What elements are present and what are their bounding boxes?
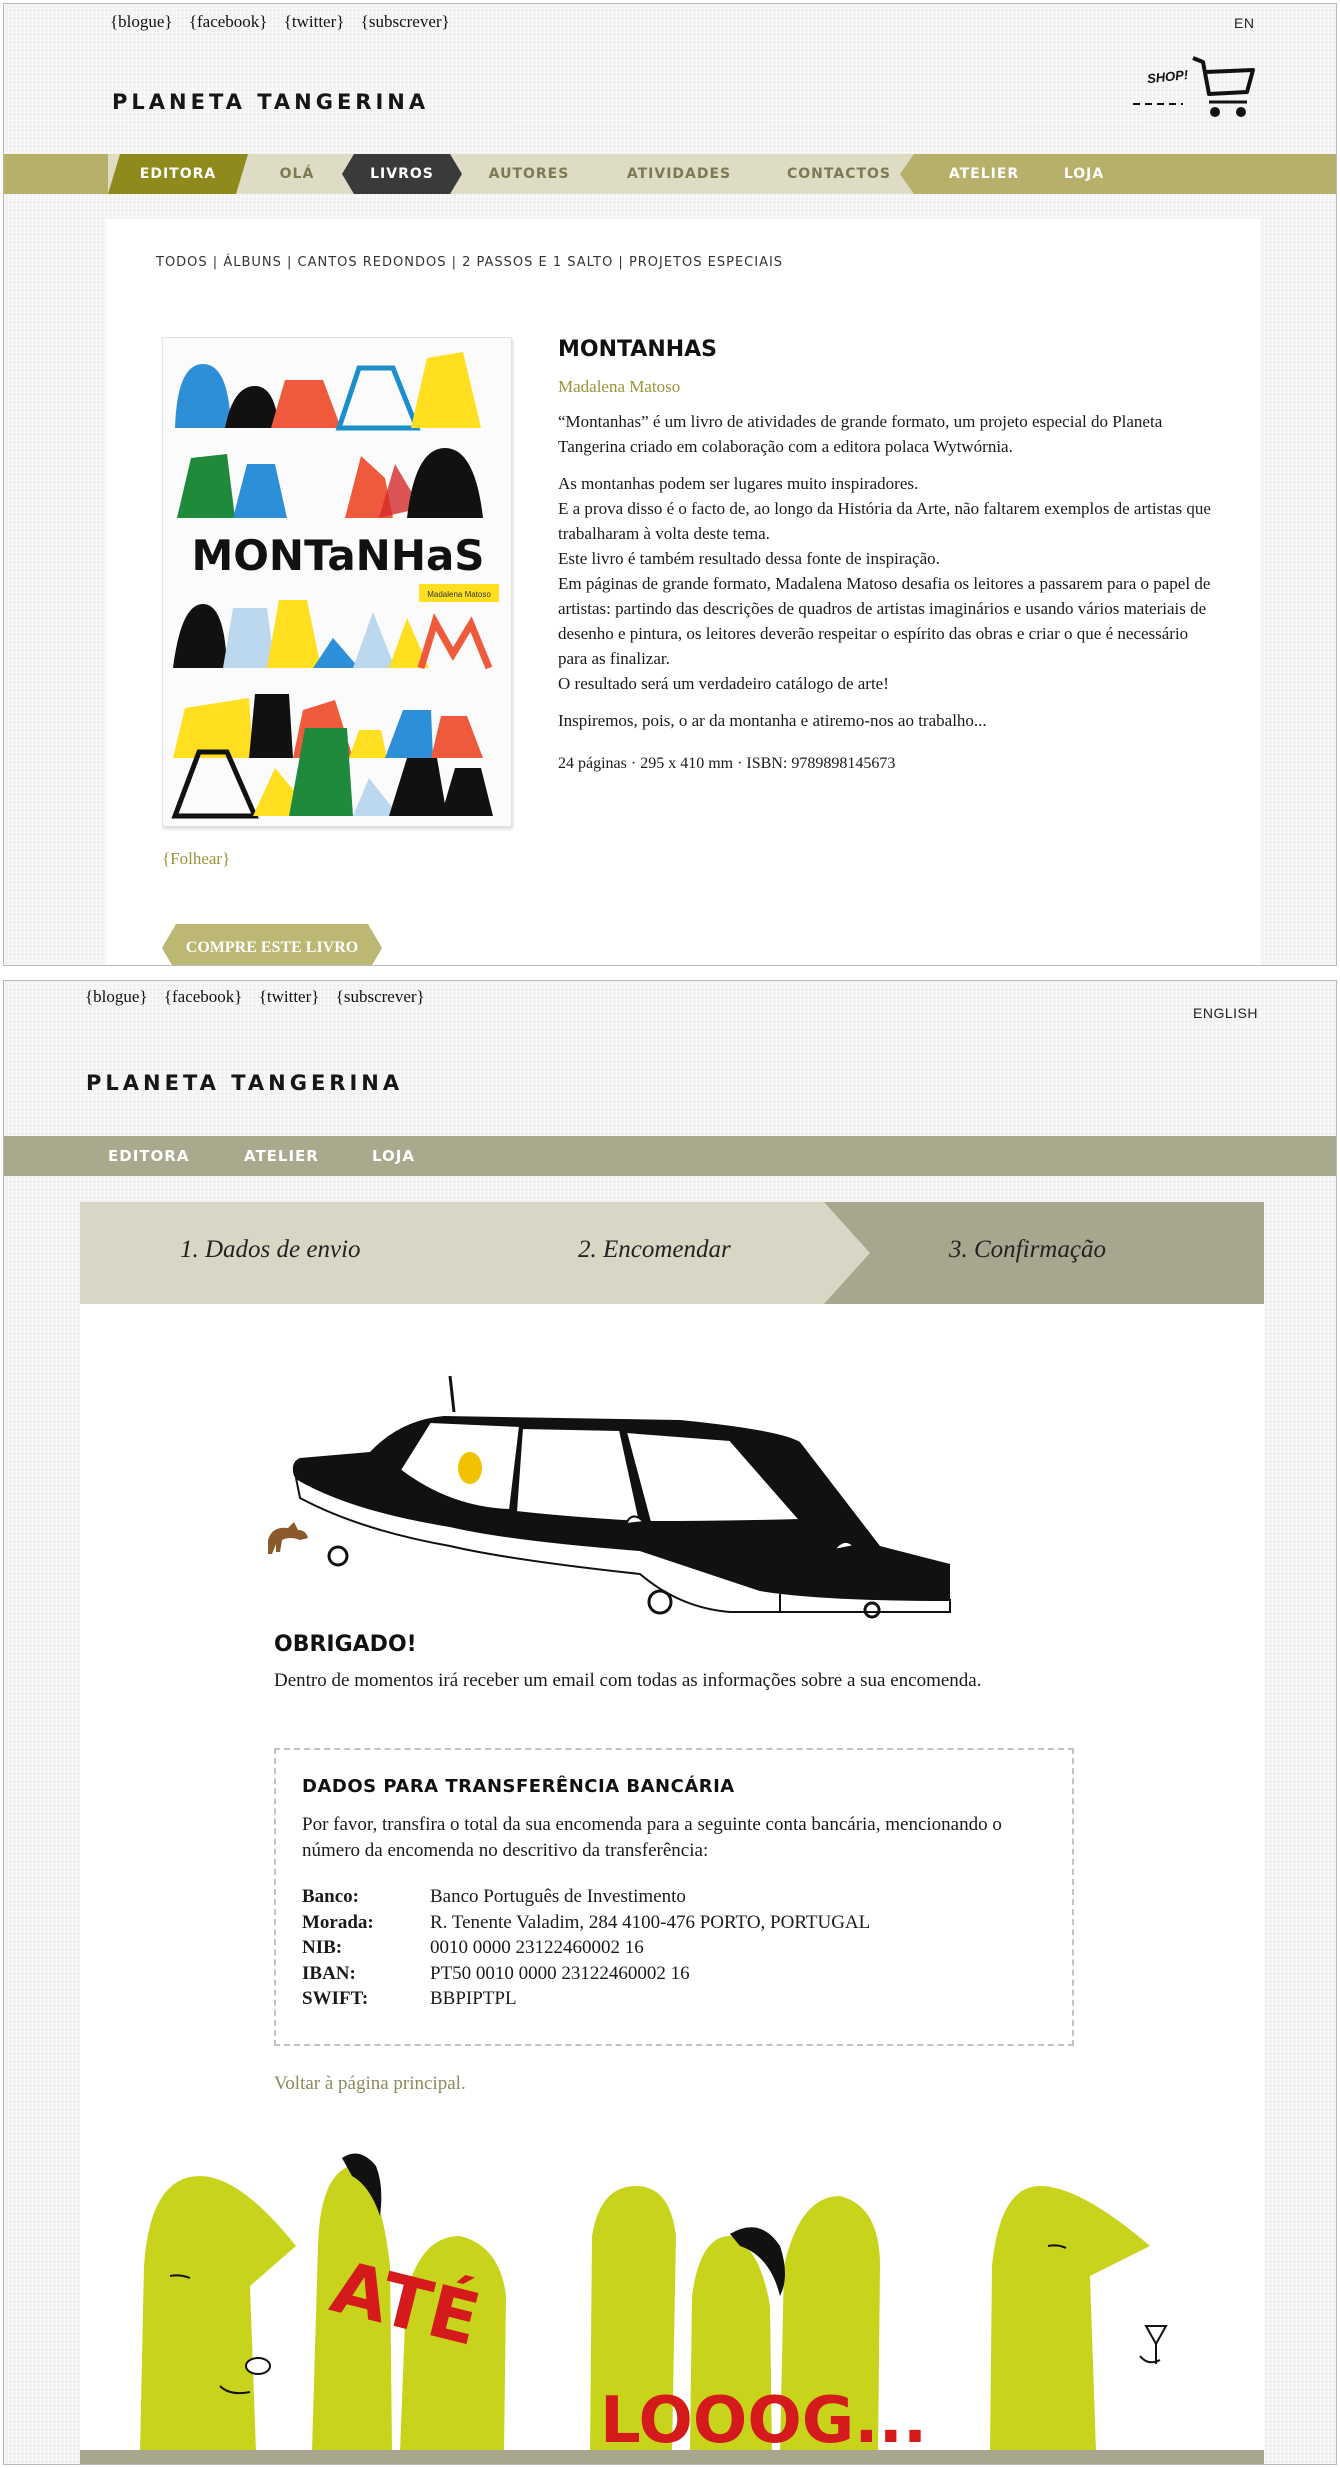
twitter-link[interactable]: {twitter} (284, 12, 345, 31)
step-shipping: 1. Dados de envio (180, 1236, 361, 1263)
nib-key: NIB: (302, 1937, 343, 1958)
subscribe-link[interactable]: {subscrever} (336, 987, 425, 1006)
category-filters[interactable]: TODOS | ÁLBUNS | CANTOS REDONDOS | 2 PAS… (156, 255, 783, 270)
back-home-link[interactable]: Voltar à página principal. (274, 2073, 466, 2095)
goodbye-illustration: ATÉ LOOOG... (140, 2153, 1168, 2452)
nav-atelier[interactable]: ATELIER (244, 1136, 319, 1176)
cart-icon: SHOP! (1133, 56, 1255, 117)
bank-key: Banco: (302, 1886, 359, 1907)
limousine-illustration (268, 1375, 951, 1619)
footer-bar (80, 2450, 1264, 2464)
bank-transfer-title: DADOS PARA TRANSFERÊNCIA BANCÁRIA (302, 1776, 735, 1797)
book-description: “Montanhas” é um livro de atividades de … (558, 409, 1218, 788)
subscribe-link[interactable]: {subscrever} (361, 12, 450, 31)
cover-title-word: MONTaNHaS (191, 531, 484, 580)
main-nav: EDITORA OLÁ LIVROS AUTORES ATIVIDADES CO… (4, 154, 1336, 194)
nav-livros[interactable]: LIVROS (342, 154, 462, 194)
description-closing: Inspiremos, pois, o ar da montanha e ati… (558, 711, 987, 730)
mountains-cover-illustration: MONTaNHaS Madalena Matoso (163, 338, 511, 826)
shop-cart-button[interactable]: SHOP! (1129, 52, 1259, 122)
facebook-link[interactable]: {facebook} (164, 987, 243, 1006)
main-nav: EDITORA ATELIER LOJA (4, 1136, 1336, 1176)
nav-editora[interactable]: EDITORA (108, 154, 248, 194)
svg-text:SHOP!: SHOP! (1146, 67, 1189, 86)
language-switch[interactable]: ENGLISH (1193, 1005, 1258, 1021)
nav-ola[interactable]: OLÁ (254, 154, 340, 194)
blog-link[interactable]: {blogue} (85, 987, 148, 1006)
goodbye-text-2: LOOOG... (600, 2384, 927, 2452)
nav-editora[interactable]: EDITORA (108, 1136, 189, 1176)
nav-atelier[interactable]: ATELIER (929, 154, 1039, 194)
bank-details: Banco: Banco Português de Investimento Mo… (302, 1884, 870, 2012)
site-logo[interactable]: PLANETA TANGERINA (86, 1071, 403, 1095)
facebook-link[interactable]: {facebook} (189, 12, 268, 31)
bank-transfer-box: DADOS PARA TRANSFERÊNCIA BANCÁRIA Por fa… (274, 1748, 1074, 2046)
step-order: 2. Encomendar (578, 1236, 731, 1263)
thanks-title: OBRIGADO! (274, 1632, 417, 1657)
book-author[interactable]: Madalena Matoso (558, 377, 680, 397)
book-title: MONTANHAS (558, 337, 718, 362)
site-logo[interactable]: PLANETA TANGERINA (112, 90, 429, 114)
nav-autores[interactable]: AUTORES (474, 154, 584, 194)
bank-transfer-instructions: Por favor, transfira o total da sua enco… (302, 1814, 1002, 1861)
address-row: Morada: R. Tenente Valadim, 284 4100-476 … (302, 1910, 870, 1936)
language-switch[interactable]: EN (1234, 15, 1254, 31)
twitter-link[interactable]: {twitter} (259, 987, 320, 1006)
swift-key: SWIFT: (302, 1988, 369, 2009)
description-body: As montanhas podem ser lugares muito ins… (558, 474, 1211, 693)
checkout-steps: 1. Dados de envio 2. Encomendar 3. Confi… (80, 1202, 1264, 1304)
nib-value: 0010 0000 23122460002 16 (430, 1937, 644, 1958)
social-links: {blogue} {facebook} {twitter} {subscreve… (85, 987, 437, 1007)
step-confirmation: 3. Confirmação (949, 1236, 1106, 1263)
cover-author-tag: Madalena Matoso (427, 590, 491, 599)
confirmation-content: 1. Dados de envio 2. Encomendar 3. Confi… (80, 1202, 1264, 2464)
iban-key: IBAN: (302, 1962, 356, 1984)
thanks-message: Dentro de momentos irá receber um email … (274, 1670, 982, 1691)
nav-contactos[interactable]: CONTACTOS (769, 154, 909, 194)
book-cover[interactable]: MONTaNHaS Madalena Matoso (162, 337, 512, 827)
nav-loja[interactable]: LOJA (1044, 154, 1124, 194)
book-page-screenshot: {blogue} {facebook} {twitter} {subscreve… (3, 3, 1337, 966)
social-links: {blogue} {facebook} {twitter} {subscreve… (110, 12, 462, 32)
browse-book-link[interactable]: {Folhear} (162, 849, 230, 869)
nib-row: NIB: 0010 0000 23122460002 16 (302, 1935, 870, 1961)
description-intro: “Montanhas” é um livro de atividades de … (558, 412, 1163, 456)
swift-row: SWIFT: BBPIPTPL (302, 1986, 870, 2012)
order-confirmation-screenshot: {blogue} {facebook} {twitter} {subscreve… (3, 980, 1337, 2465)
address-key: Morada: (302, 1911, 374, 1933)
buy-book-button[interactable]: COMPRE ESTE LIVRO (162, 924, 382, 966)
book-content: TODOS | ÁLBUNS | CANTOS REDONDOS | 2 PAS… (106, 219, 1260, 966)
bank-row: Banco: Banco Português de Investimento (302, 1884, 870, 1910)
bank-value: Banco Português de Investimento (430, 1886, 686, 1907)
iban-value: PT50 0010 0000 23122460002 16 (430, 1962, 690, 1984)
nav-loja[interactable]: LOJA (372, 1136, 415, 1176)
nav-atividades[interactable]: ATIVIDADES (604, 154, 754, 194)
blog-link[interactable]: {blogue} (110, 12, 173, 31)
iban-row: IBAN: PT50 0010 0000 23122460002 16 (302, 1961, 870, 1987)
swift-value: BBPIPTPL (430, 1988, 517, 2009)
address-value: R. Tenente Valadim, 284 4100-476 PORTO, … (430, 1911, 871, 1933)
book-specs: 24 páginas · 295 x 410 mm · ISBN: 978989… (558, 755, 896, 772)
